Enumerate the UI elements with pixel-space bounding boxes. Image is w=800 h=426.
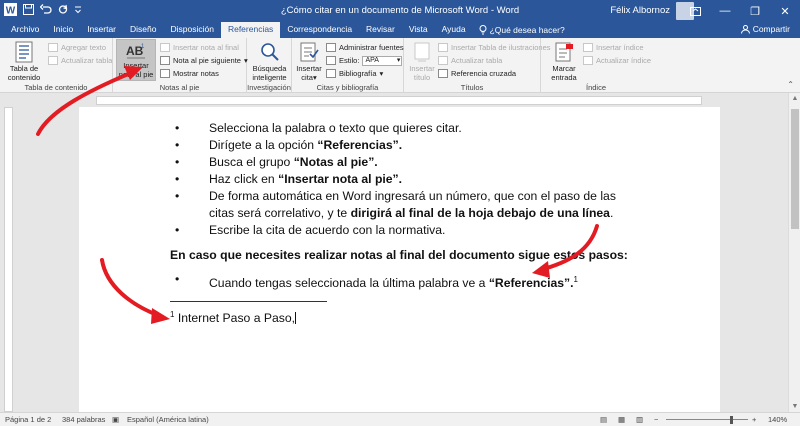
arrowhead-icon bbox=[151, 308, 170, 324]
web-layout-icon[interactable]: ▥ bbox=[636, 415, 643, 424]
arrow-to-footnote-reference-icon bbox=[538, 224, 599, 272]
zoom-slider[interactable] bbox=[666, 419, 748, 420]
arrow-to-footnote-icon bbox=[100, 258, 162, 318]
zoom-in-icon[interactable]: + bbox=[752, 415, 756, 424]
zoom-slider-thumb[interactable] bbox=[730, 416, 733, 424]
arrowhead-icon bbox=[532, 261, 550, 278]
print-layout-icon[interactable]: ▦ bbox=[618, 415, 625, 424]
status-bar: Página 1 de 2 384 palabras ▣ Español (Am… bbox=[0, 412, 800, 426]
annotation-arrows bbox=[36, 66, 599, 324]
arrow-to-insert-footnote-icon bbox=[36, 70, 135, 136]
word-count[interactable]: 384 palabras bbox=[62, 415, 105, 424]
read-mode-icon[interactable]: ▤ bbox=[600, 415, 607, 424]
zoom-out-icon[interactable]: − bbox=[654, 415, 658, 424]
page-count[interactable]: Página 1 de 2 bbox=[5, 415, 51, 424]
proofing-icon[interactable]: ▣ bbox=[112, 415, 119, 424]
zoom-level[interactable]: 140% bbox=[768, 415, 787, 424]
language-indicator[interactable]: Español (América latina) bbox=[127, 415, 209, 424]
